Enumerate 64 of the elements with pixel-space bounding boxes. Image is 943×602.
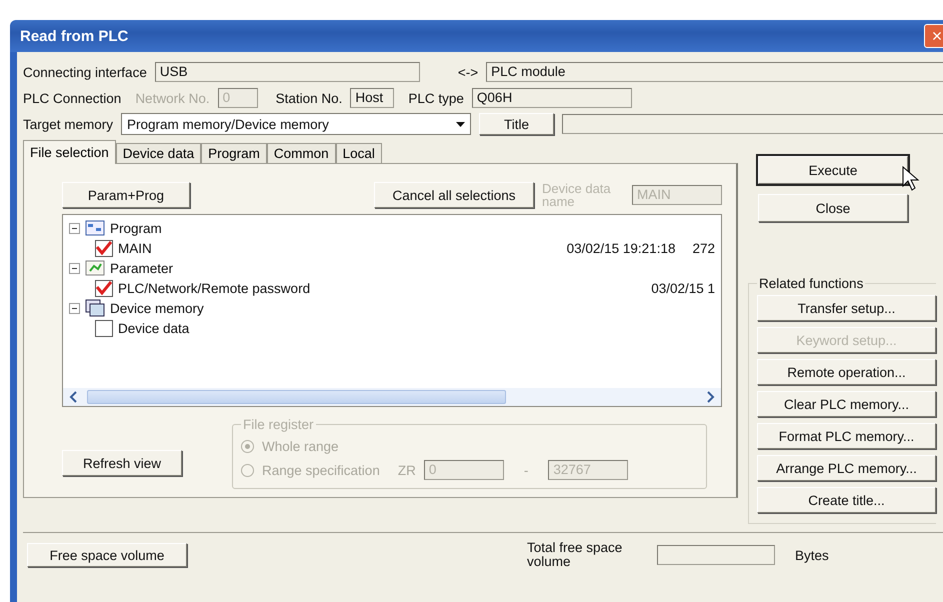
interface-field[interactable]: USB	[154, 62, 420, 82]
function-button[interactable]: Clear PLC memory...	[757, 391, 936, 417]
function-button[interactable]: Format PLC memory...	[757, 423, 936, 449]
collapse-icon[interactable]	[69, 222, 80, 234]
radio-label: Whole range	[262, 438, 339, 454]
connection-arrow: <->	[458, 64, 478, 80]
tree-item[interactable]: Parameter	[110, 260, 174, 276]
date-cell: 03/02/15 1	[651, 280, 715, 296]
tree-item[interactable]: MAIN	[118, 240, 152, 256]
range-dash: -	[524, 462, 528, 478]
close-button[interactable]: ×	[924, 24, 943, 48]
tab[interactable]: Program	[201, 143, 267, 164]
action-button[interactable]: Execute	[758, 156, 908, 184]
tree-item[interactable]: Device data	[118, 320, 190, 336]
tab[interactable]: Common	[266, 143, 336, 164]
cancel-selections-button[interactable]: Cancel all selections	[374, 182, 534, 208]
function-button[interactable]: Transfer setup...	[757, 295, 936, 321]
field-label: Station No.	[276, 90, 342, 106]
group-legend: File register	[241, 417, 316, 432]
parameter-icon	[85, 259, 105, 277]
checkbox[interactable]	[95, 320, 113, 336]
field-label: Total free space volume	[527, 541, 624, 569]
free-space-field[interactable]	[657, 545, 775, 565]
refresh-button[interactable]: Refresh view	[62, 450, 182, 476]
field-label: PLC Connection	[23, 90, 122, 106]
program-tree-icon	[85, 219, 105, 237]
pointer-cursor-icon	[902, 166, 920, 192]
memory-device-icon	[85, 299, 105, 317]
tab[interactable]: Device data	[116, 143, 202, 164]
field-label: Target memory	[23, 116, 114, 132]
memory-dropdown[interactable]: Program memory/Device memory	[121, 113, 472, 135]
station-field[interactable]: Host	[350, 88, 394, 108]
group-legend: Related functions	[757, 276, 866, 291]
tree-item[interactable]: Device memory	[110, 300, 204, 316]
field-label: Connecting interface	[23, 64, 147, 80]
field-label: Network No.	[135, 90, 210, 106]
action-button[interactable]: Close	[758, 194, 908, 222]
field-label: ZR	[398, 462, 416, 478]
unit-label: Bytes	[795, 548, 829, 562]
horizontal-scrollbar[interactable]	[63, 388, 721, 406]
tab[interactable]: Local	[336, 143, 382, 164]
collapse-icon[interactable]	[69, 262, 80, 274]
tab[interactable]: File selection	[23, 140, 116, 164]
tree-item[interactable]: PLC/Network/Remote password	[118, 280, 310, 296]
size-cell: 272	[692, 240, 715, 256]
checkbox[interactable]	[95, 280, 113, 296]
field-label: PLC type	[408, 90, 464, 106]
dropdown-arrow-icon	[456, 122, 466, 126]
field-label: Device data name	[542, 182, 612, 208]
param-prog-button[interactable]: Param+Prog	[62, 182, 190, 208]
tree-item[interactable]: Program	[110, 220, 162, 236]
window-title: Read from PLC	[20, 28, 128, 44]
collapse-icon[interactable]	[69, 302, 80, 314]
checkbox[interactable]	[95, 240, 113, 256]
free-space-button[interactable]: Free space volume	[27, 543, 187, 567]
function-button[interactable]: Arrange PLC memory...	[757, 455, 936, 481]
title-field[interactable]	[562, 114, 943, 134]
date-cell: 03/02/15 19:21:18	[566, 240, 676, 256]
plc-type-field[interactable]: Q06H	[472, 88, 632, 108]
radio-label: Range specification	[262, 462, 380, 478]
function-button[interactable]: Create title...	[757, 487, 936, 513]
module-field[interactable]: PLC module	[486, 62, 943, 82]
function-button[interactable]: Remote operation...	[757, 359, 936, 385]
title-button[interactable]: Title	[479, 113, 554, 135]
